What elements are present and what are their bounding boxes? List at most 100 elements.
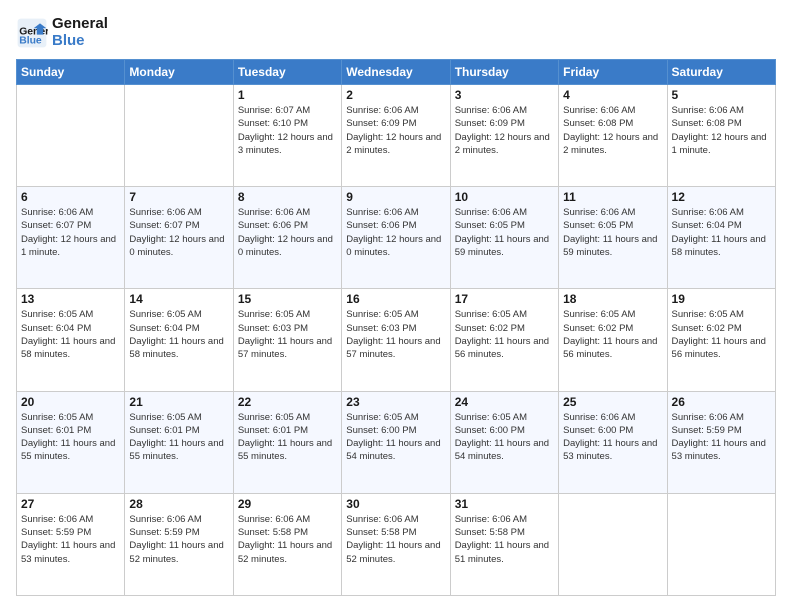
day-number: 12 <box>672 190 771 204</box>
calendar-cell <box>125 85 233 187</box>
day-info: Sunrise: 6:06 AMSunset: 6:05 PMDaylight:… <box>455 206 554 259</box>
day-number: 18 <box>563 292 662 306</box>
day-number: 21 <box>129 395 228 409</box>
day-number: 27 <box>21 497 120 511</box>
day-number: 29 <box>238 497 337 511</box>
calendar-cell: 23 Sunrise: 6:05 AMSunset: 6:00 PMDayligh… <box>342 391 450 493</box>
day-info: Sunrise: 6:05 AMSunset: 6:02 PMDaylight:… <box>672 308 771 361</box>
day-info: Sunrise: 6:05 AMSunset: 6:03 PMDaylight:… <box>238 308 337 361</box>
calendar-cell: 6 Sunrise: 6:06 AMSunset: 6:07 PMDaylight… <box>17 187 125 289</box>
day-number: 20 <box>21 395 120 409</box>
calendar-header-row: SundayMondayTuesdayWednesdayThursdayFrid… <box>17 60 776 85</box>
calendar-cell <box>559 493 667 595</box>
day-info: Sunrise: 6:06 AMSunset: 6:06 PMDaylight:… <box>346 206 445 259</box>
calendar-cell: 18Sunrise: 6:05 AMSunset: 6:02 PMDayligh… <box>559 289 667 391</box>
day-info: Sunrise: 6:05 AMSunset: 6:02 PMDaylight:… <box>455 308 554 361</box>
day-number: 7 <box>129 190 228 204</box>
day-info: Sunrise: 6:05 AMSunset: 6:00 PMDaylight:… <box>346 411 445 464</box>
calendar-cell: 1Sunrise: 6:07 AMSunset: 6:10 PMDaylight… <box>233 85 341 187</box>
header-wednesday: Wednesday <box>342 60 450 85</box>
calendar-cell <box>667 493 775 595</box>
day-number: 31 <box>455 497 554 511</box>
day-number: 24 <box>455 395 554 409</box>
calendar-cell: 27 Sunrise: 6:06 AMSunset: 5:59 PMDayligh… <box>17 493 125 595</box>
day-info: Sunrise: 6:06 AMSunset: 6:04 PMDaylight:… <box>672 206 771 259</box>
calendar-cell: 5Sunrise: 6:06 AMSunset: 6:08 PMDaylight… <box>667 85 775 187</box>
header-sunday: Sunday <box>17 60 125 85</box>
page: General Blue GeneralBlue SundayMondayTue… <box>0 0 792 612</box>
day-info: Sunrise: 6:05 AMSunset: 6:01 PMDaylight:… <box>129 411 228 464</box>
day-number: 25 <box>563 395 662 409</box>
calendar-cell: 31 Sunrise: 6:06 AMSunset: 5:58 PMDayligh… <box>450 493 558 595</box>
calendar-cell: 4 Sunrise: 6:06 AMSunset: 6:08 PMDaylight… <box>559 85 667 187</box>
header: General Blue GeneralBlue <box>16 16 776 49</box>
day-info: Sunrise: 6:06 AMSunset: 6:07 PMDaylight:… <box>21 206 120 259</box>
calendar-cell: 16Sunrise: 6:05 AMSunset: 6:03 PMDayligh… <box>342 289 450 391</box>
day-number: 4 <box>563 88 662 102</box>
calendar-week-5: 27 Sunrise: 6:06 AMSunset: 5:59 PMDayligh… <box>17 493 776 595</box>
calendar-cell: 21 Sunrise: 6:05 AMSunset: 6:01 PMDayligh… <box>125 391 233 493</box>
day-info: Sunrise: 6:06 AMSunset: 6:09 PMDaylight:… <box>455 104 554 157</box>
day-info: Sunrise: 6:07 AMSunset: 6:10 PMDaylight:… <box>238 104 337 157</box>
day-info: Sunrise: 6:06 AMSunset: 5:59 PMDaylight:… <box>21 513 120 566</box>
logo-icon: General Blue <box>16 17 48 49</box>
day-info: Sunrise: 6:06 AMSunset: 6:06 PMDaylight:… <box>238 206 337 259</box>
day-info: Sunrise: 6:06 AMSunset: 6:08 PMDaylight:… <box>672 104 771 157</box>
calendar-cell: 25Sunrise: 6:06 AMSunset: 6:00 PMDayligh… <box>559 391 667 493</box>
day-info: Sunrise: 6:06 AMSunset: 5:59 PMDaylight:… <box>672 411 771 464</box>
day-info: Sunrise: 6:05 AMSunset: 6:01 PMDaylight:… <box>238 411 337 464</box>
calendar-cell: 3 Sunrise: 6:06 AMSunset: 6:09 PMDaylight… <box>450 85 558 187</box>
calendar-cell: 8Sunrise: 6:06 AMSunset: 6:06 PMDaylight… <box>233 187 341 289</box>
logo-text: GeneralBlue <box>52 16 108 49</box>
day-info: Sunrise: 6:06 AMSunset: 6:05 PMDaylight:… <box>563 206 662 259</box>
day-number: 23 <box>346 395 445 409</box>
day-info: Sunrise: 6:05 AMSunset: 6:03 PMDaylight:… <box>346 308 445 361</box>
day-number: 30 <box>346 497 445 511</box>
day-number: 10 <box>455 190 554 204</box>
calendar-cell: 11Sunrise: 6:06 AMSunset: 6:05 PMDayligh… <box>559 187 667 289</box>
day-info: Sunrise: 6:05 AMSunset: 6:04 PMDaylight:… <box>21 308 120 361</box>
day-number: 13 <box>21 292 120 306</box>
calendar-week-3: 13 Sunrise: 6:05 AMSunset: 6:04 PMDayligh… <box>17 289 776 391</box>
calendar-cell: 2Sunrise: 6:06 AMSunset: 6:09 PMDaylight… <box>342 85 450 187</box>
day-number: 28 <box>129 497 228 511</box>
day-info: Sunrise: 6:05 AMSunset: 6:00 PMDaylight:… <box>455 411 554 464</box>
calendar-cell: 26 Sunrise: 6:06 AMSunset: 5:59 PMDayligh… <box>667 391 775 493</box>
header-thursday: Thursday <box>450 60 558 85</box>
calendar-cell: 28 Sunrise: 6:06 AMSunset: 5:59 PMDayligh… <box>125 493 233 595</box>
day-number: 9 <box>346 190 445 204</box>
day-info: Sunrise: 6:06 AMSunset: 5:58 PMDaylight:… <box>455 513 554 566</box>
header-tuesday: Tuesday <box>233 60 341 85</box>
svg-text:Blue: Blue <box>19 35 42 46</box>
calendar-cell: 24 Sunrise: 6:05 AMSunset: 6:00 PMDayligh… <box>450 391 558 493</box>
day-info: Sunrise: 6:06 AMSunset: 5:59 PMDaylight:… <box>129 513 228 566</box>
day-number: 26 <box>672 395 771 409</box>
calendar-cell: 20 Sunrise: 6:05 AMSunset: 6:01 PMDayligh… <box>17 391 125 493</box>
logo: General Blue GeneralBlue <box>16 16 108 49</box>
day-info: Sunrise: 6:05 AMSunset: 6:04 PMDaylight:… <box>129 308 228 361</box>
day-number: 6 <box>21 190 120 204</box>
calendar-table: SundayMondayTuesdayWednesdayThursdayFrid… <box>16 59 776 596</box>
day-info: Sunrise: 6:06 AMSunset: 6:07 PMDaylight:… <box>129 206 228 259</box>
day-number: 15 <box>238 292 337 306</box>
day-number: 14 <box>129 292 228 306</box>
day-number: 3 <box>455 88 554 102</box>
day-number: 17 <box>455 292 554 306</box>
calendar-cell: 9 Sunrise: 6:06 AMSunset: 6:06 PMDaylight… <box>342 187 450 289</box>
calendar-cell: 15 Sunrise: 6:05 AMSunset: 6:03 PMDayligh… <box>233 289 341 391</box>
calendar-cell: 10 Sunrise: 6:06 AMSunset: 6:05 PMDayligh… <box>450 187 558 289</box>
calendar-cell: 29 Sunrise: 6:06 AMSunset: 5:58 PMDayligh… <box>233 493 341 595</box>
header-friday: Friday <box>559 60 667 85</box>
header-saturday: Saturday <box>667 60 775 85</box>
calendar-cell: 13 Sunrise: 6:05 AMSunset: 6:04 PMDayligh… <box>17 289 125 391</box>
calendar-cell <box>17 85 125 187</box>
calendar-cell: 14 Sunrise: 6:05 AMSunset: 6:04 PMDayligh… <box>125 289 233 391</box>
day-info: Sunrise: 6:06 AMSunset: 5:58 PMDaylight:… <box>238 513 337 566</box>
day-info: Sunrise: 6:05 AMSunset: 6:01 PMDaylight:… <box>21 411 120 464</box>
calendar-cell: 12 Sunrise: 6:06 AMSunset: 6:04 PMDayligh… <box>667 187 775 289</box>
calendar-cell: 22Sunrise: 6:05 AMSunset: 6:01 PMDayligh… <box>233 391 341 493</box>
calendar-cell: 30Sunrise: 6:06 AMSunset: 5:58 PMDayligh… <box>342 493 450 595</box>
day-info: Sunrise: 6:06 AMSunset: 6:08 PMDaylight:… <box>563 104 662 157</box>
calendar-cell: 17 Sunrise: 6:05 AMSunset: 6:02 PMDayligh… <box>450 289 558 391</box>
calendar-week-1: 1Sunrise: 6:07 AMSunset: 6:10 PMDaylight… <box>17 85 776 187</box>
